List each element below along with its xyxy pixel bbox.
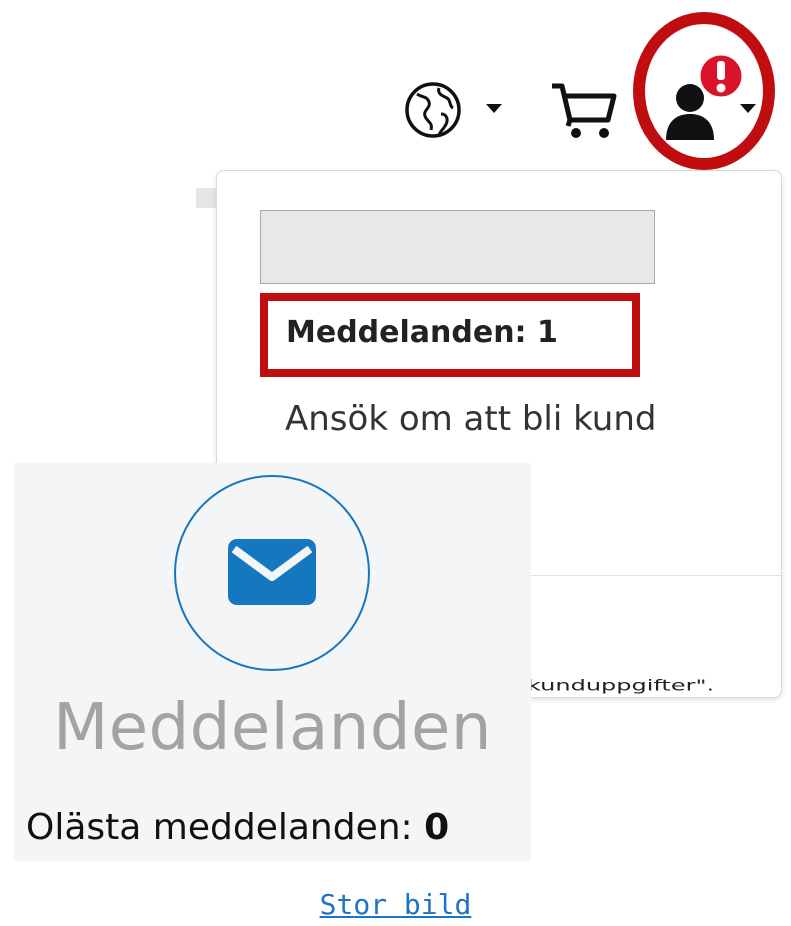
chevron-down-icon[interactable] xyxy=(740,104,756,113)
chevron-down-icon[interactable] xyxy=(486,104,502,113)
panel-shadow xyxy=(196,188,216,208)
partial-text: kunduppgifter". xyxy=(527,677,715,695)
card-title: Meddelanden xyxy=(53,691,492,765)
unread-count: 0 xyxy=(424,807,450,848)
apply-customer-menu-item[interactable]: Ansök om att bli kund xyxy=(285,399,656,439)
large-image-link[interactable]: Stor bild xyxy=(0,888,791,921)
envelope-icon xyxy=(228,539,316,605)
messages-card[interactable]: Meddelanden Olästa meddelanden: 0 xyxy=(14,463,531,861)
exclamation-badge-icon xyxy=(697,52,745,100)
globe-icon[interactable] xyxy=(403,80,463,140)
messages-menu-item[interactable]: Meddelanden: 1 xyxy=(260,293,640,377)
envelope-circle xyxy=(174,475,370,671)
unread-messages-count: Olästa meddelanden: 0 xyxy=(26,807,449,848)
redacted-user-name xyxy=(260,210,655,284)
unread-label: Olästa meddelanden: xyxy=(26,807,425,848)
shopping-cart-icon[interactable] xyxy=(550,80,620,140)
